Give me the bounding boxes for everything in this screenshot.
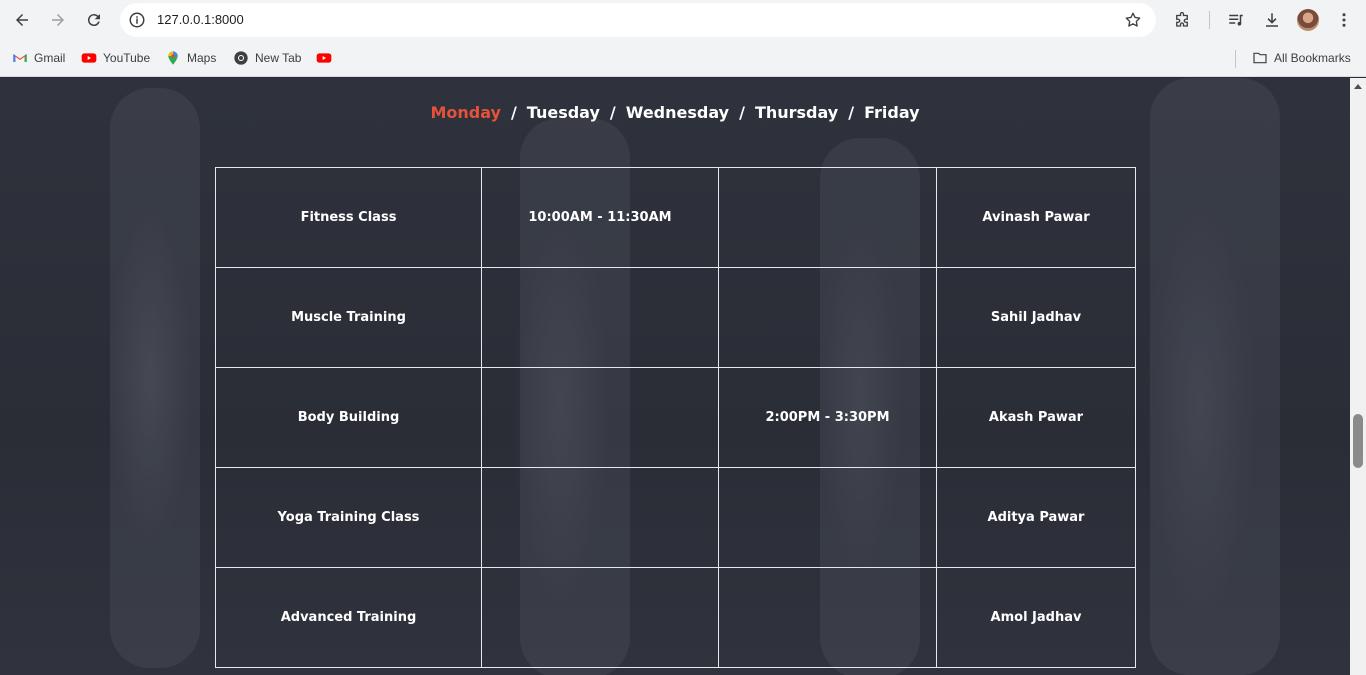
trainer-cell: Akash Pawar [936, 367, 1136, 468]
puzzle-icon [1176, 11, 1188, 27]
bookmark-label: YouTube [103, 51, 151, 65]
extensions-button[interactable] [1170, 8, 1194, 32]
tab-separator: / [848, 103, 855, 122]
back-button[interactable] [8, 6, 36, 34]
table-row: Body Building 2:00PM - 3:30PM Akash Pawa… [215, 367, 1136, 468]
scroll-up-icon[interactable] [1354, 84, 1362, 89]
scrollbar-thumb[interactable] [1353, 414, 1363, 468]
time-cell [718, 567, 937, 668]
time-cell [481, 267, 719, 368]
maps-icon [168, 51, 178, 65]
arrow-left-icon [16, 14, 28, 26]
tab-separator: / [510, 103, 517, 122]
all-bookmarks-label: All Bookmarks [1274, 51, 1351, 65]
class-name-cell: Body Building [215, 367, 482, 468]
bookmark-gmail[interactable]: Gmail [12, 49, 65, 67]
trainer-cell: Avinash Pawar [936, 167, 1136, 268]
bookmark-new-tab[interactable]: New Tab [233, 49, 301, 67]
tab-thursday[interactable]: Thursday [755, 103, 838, 122]
tab-wednesday[interactable]: Wednesday [626, 103, 729, 122]
youtube-icon [316, 53, 332, 63]
time-cell [481, 467, 719, 568]
reload-icon [87, 14, 100, 27]
time-cell [481, 567, 719, 668]
bookmark-label: Gmail [34, 51, 66, 65]
profile-avatar[interactable] [1297, 9, 1319, 31]
class-name-cell: Fitness Class [215, 167, 482, 268]
browser-menu-button[interactable] [1332, 8, 1356, 32]
background-figure [1150, 78, 1280, 675]
queue-music-icon [1229, 14, 1243, 26]
tab-separator: / [739, 103, 745, 122]
trainer-cell: Amol Jadhav [936, 567, 1136, 668]
media-control-button[interactable] [1224, 8, 1248, 32]
time-cell [718, 267, 937, 368]
browser-toolbar: 127.0.0.1:8000 [0, 0, 1366, 40]
time-cell [718, 167, 937, 268]
bookmarks-bar: Gmail YouTube Maps New Tab All Bookmarks [0, 40, 1366, 77]
bookmark-youtube-2[interactable] [316, 49, 338, 67]
table-row: Muscle Training Sahil Jadhav [215, 267, 1136, 368]
bookmarks-divider [1235, 50, 1236, 68]
bookmark-maps[interactable]: Maps [165, 49, 216, 67]
time-cell: 10:00AM - 11:30AM [481, 167, 719, 268]
download-icon [1266, 13, 1278, 27]
bookmark-youtube[interactable]: YouTube [81, 49, 150, 67]
table-row: Yoga Training Class Aditya Pawar [215, 467, 1136, 568]
time-cell [718, 467, 937, 568]
chrome-icon [234, 51, 248, 65]
youtube-icon [81, 53, 97, 63]
more-vert-icon [1342, 13, 1346, 27]
page-scrollbar[interactable] [1350, 78, 1366, 675]
forward-button[interactable] [44, 6, 72, 34]
background-figure [110, 88, 200, 668]
tab-friday[interactable]: Friday [864, 103, 919, 122]
time-cell: 2:00PM - 3:30PM [718, 367, 937, 468]
trainer-cell: Aditya Pawar [936, 467, 1136, 568]
reload-button[interactable] [80, 6, 108, 34]
url-text[interactable]: 127.0.0.1:8000 [157, 12, 244, 27]
bookmark-label: New Tab [255, 51, 302, 65]
day-tabs: Monday / Tuesday / Wednesday / Thursday / Friday [0, 103, 1350, 122]
tab-tuesday[interactable]: Tuesday [527, 103, 600, 122]
tab-separator: / [609, 103, 616, 122]
class-name-cell: Yoga Training Class [215, 467, 482, 568]
address-bar[interactable]: 127.0.0.1:8000 [120, 3, 1156, 37]
toolbar-divider [1209, 11, 1210, 29]
gmail-icon [13, 54, 27, 62]
tab-monday[interactable]: Monday [430, 103, 501, 122]
bookmark-label: Maps [187, 51, 217, 65]
info-icon[interactable] [128, 11, 146, 29]
class-name-cell: Muscle Training [215, 267, 482, 368]
arrow-right-icon [52, 14, 64, 26]
table-row: Advanced Training Amol Jadhav [215, 567, 1136, 668]
all-bookmarks-button[interactable]: All Bookmarks [1252, 49, 1351, 67]
downloads-button[interactable] [1260, 8, 1284, 32]
class-name-cell: Advanced Training [215, 567, 482, 668]
table-row: Fitness Class 10:00AM - 11:30AM Avinash … [215, 167, 1136, 268]
folder-icon [1253, 52, 1267, 64]
time-cell [481, 367, 719, 468]
trainer-cell: Sahil Jadhav [936, 267, 1136, 368]
bookmark-star-icon[interactable] [1124, 11, 1142, 29]
class-schedule-table: Fitness Class 10:00AM - 11:30AM Avinash … [215, 167, 1136, 668]
schedule-section: Monday / Tuesday / Wednesday / Thursday / Friday… [0, 78, 1350, 675]
